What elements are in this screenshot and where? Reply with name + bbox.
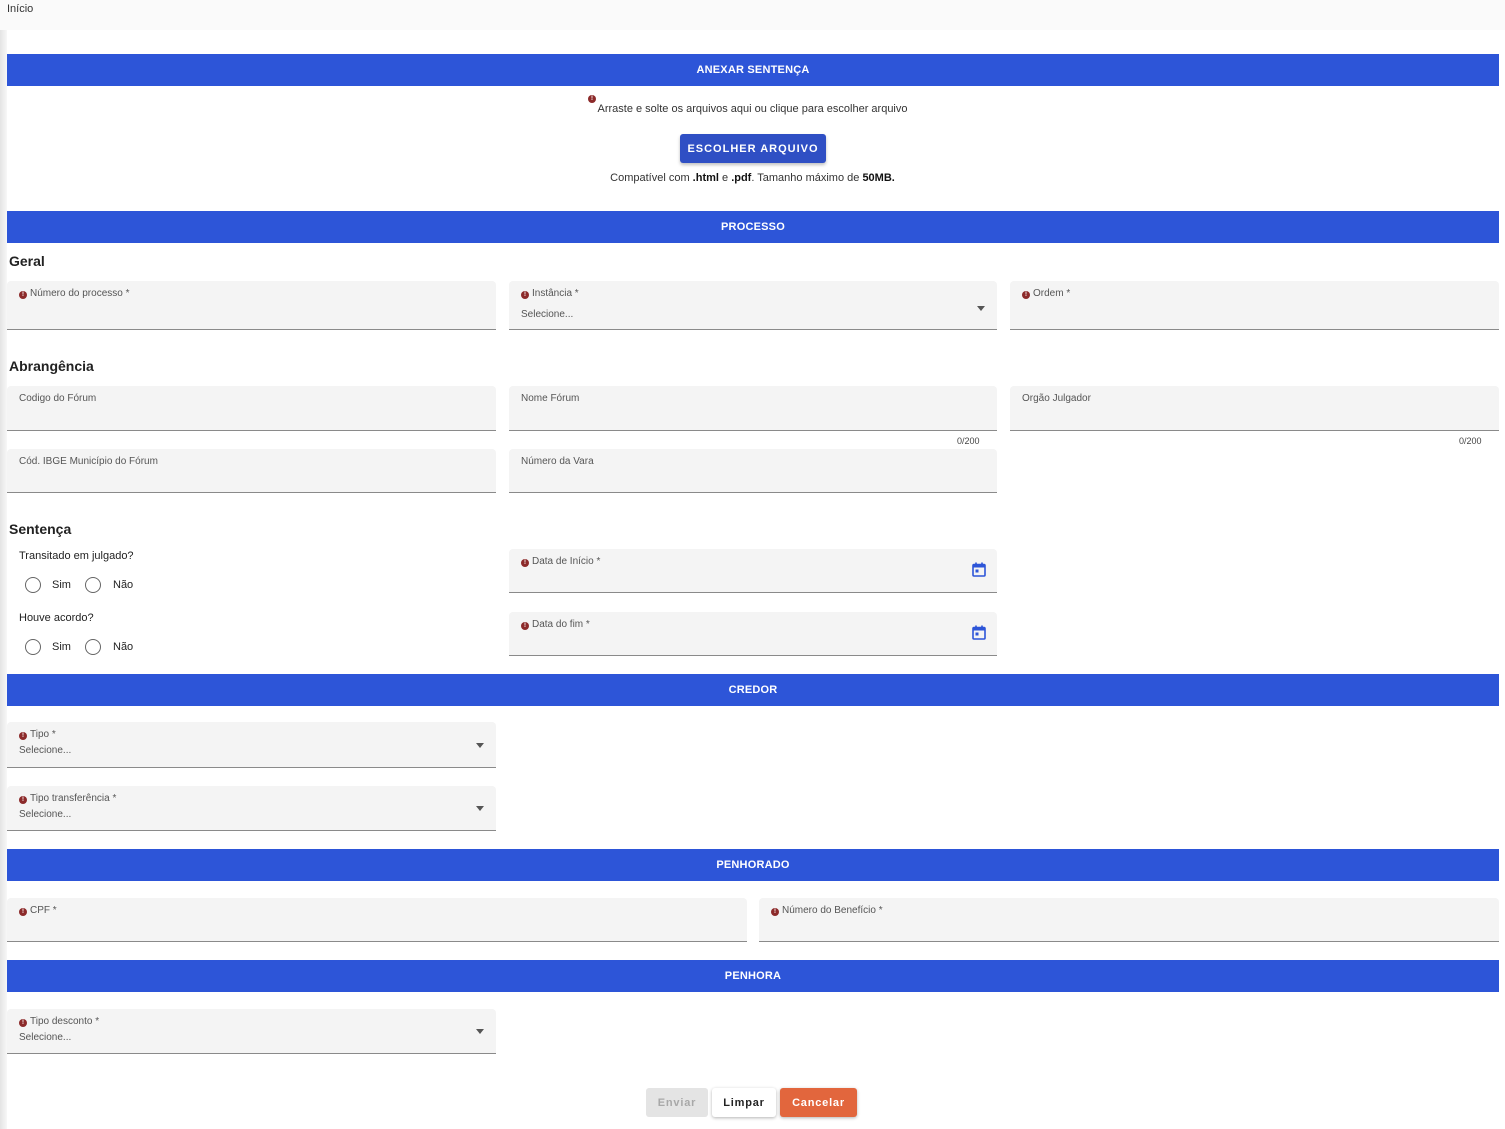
forum-code-field[interactable]: Codigo do Fórum [7, 386, 496, 431]
discount-type-label: Tipo desconto * [30, 1016, 100, 1027]
cpf-label: CPF * [30, 905, 57, 916]
judging-body-field[interactable]: Orgão Julgador [1010, 386, 1499, 431]
forum-name-label: Nome Fórum [521, 393, 580, 404]
compat-size: . Tamanho máximo de [751, 172, 863, 184]
required-icon: ! [19, 1019, 27, 1027]
compat-prefix: Compatível com [610, 172, 693, 184]
end-date-field[interactable]: ! Data do fim * [509, 612, 997, 656]
forum-name-field[interactable]: Nome Fórum [509, 386, 997, 431]
subheading-general: Geral [9, 253, 45, 269]
order-field[interactable]: ! Ordem * [1010, 281, 1499, 330]
judging-body-label: Orgão Julgador [1022, 393, 1091, 404]
court-number-label: Número da Vara [521, 456, 594, 467]
process-number-label: Número do processo * [30, 288, 130, 299]
cpf-field[interactable]: ! CPF * [7, 898, 747, 942]
compat-and: e [718, 172, 732, 184]
choose-file-button[interactable]: ESCOLHER ARQUIVO [680, 134, 826, 163]
dropzone-text[interactable]: Arraste e solte os arquivos aqui ou cliq… [0, 103, 1505, 115]
instance-value: Selecione... [521, 309, 574, 320]
breadcrumb[interactable]: Início [7, 3, 33, 15]
transfer-type-value: Selecione... [19, 809, 72, 820]
top-bar: Início [0, 0, 1505, 30]
discount-type-value: Selecione... [19, 1032, 72, 1043]
required-icon: ! [19, 908, 27, 916]
section-header-creditor: CREDOR [7, 674, 1499, 706]
compat-pdf: .pdf [731, 172, 752, 184]
res-judicata-yes-label[interactable]: Sim [52, 579, 71, 591]
benefit-number-field[interactable]: ! Número do Benefício * [759, 898, 1499, 942]
order-label: Ordem * [1033, 288, 1071, 299]
agreement-no-radio[interactable] [85, 639, 101, 655]
left-edge-shadow [0, 0, 7, 1129]
instance-label: Instância * [532, 288, 579, 299]
required-icon: ! [19, 796, 27, 804]
file-compat-note: Compatível com .html e .pdf. Tamanho máx… [0, 172, 1505, 184]
agreement-yes-radio[interactable] [25, 639, 41, 655]
calendar-icon[interactable] [972, 625, 986, 640]
transfer-type-label: Tipo transferência * [30, 793, 117, 804]
benefit-number-label: Número do Benefício * [782, 905, 883, 916]
instance-select[interactable]: ! Instância * Selecione... [509, 281, 997, 330]
compat-html: .html [692, 172, 719, 184]
type-label: Tipo * [30, 729, 56, 740]
section-header-attach: ANEXAR SENTENÇA [7, 54, 1499, 86]
agreement-no-label[interactable]: Não [113, 641, 133, 653]
start-date-field[interactable]: ! Data de Início * [509, 549, 997, 593]
judging-body-counter: 0/200 [1459, 436, 1482, 446]
chevron-down-icon[interactable] [977, 306, 985, 311]
transfer-type-select[interactable]: ! Tipo transferência * Selecione... [7, 786, 496, 831]
res-judicata-no-label[interactable]: Não [113, 579, 133, 591]
res-judicata-no-radio[interactable] [85, 577, 101, 593]
discount-type-select[interactable]: ! Tipo desconto * Selecione... [7, 1009, 496, 1054]
forum-code-label: Codigo do Fórum [19, 393, 97, 404]
ibge-code-label: Cód. IBGE Município do Fórum [19, 456, 158, 467]
compat-max: 50MB. [862, 172, 895, 184]
section-header-pledged: PENHORADO [7, 849, 1499, 881]
res-judicata-yes-radio[interactable] [25, 577, 41, 593]
res-judicata-question: Transitado em julgado? [19, 550, 134, 562]
required-icon: ! [19, 291, 27, 299]
end-date-label: Data do fim * [532, 619, 590, 630]
agreement-question: Houve acordo? [19, 612, 94, 624]
calendar-icon[interactable] [972, 562, 986, 577]
type-value: Selecione... [19, 745, 72, 756]
subheading-sentence: Sentença [9, 521, 72, 537]
info-icon: ! [588, 95, 596, 103]
required-icon: ! [771, 908, 779, 916]
section-header-pledge: PENHORA [7, 960, 1499, 992]
chevron-down-icon[interactable] [476, 1029, 484, 1034]
required-icon: ! [1022, 291, 1030, 299]
send-button[interactable]: Enviar [646, 1088, 708, 1117]
required-icon: ! [521, 559, 529, 567]
forum-name-counter: 0/200 [957, 436, 980, 446]
section-header-process: PROCESSO [7, 211, 1499, 243]
cancel-button[interactable]: Cancelar [780, 1088, 857, 1117]
start-date-label: Data de Início * [532, 556, 601, 567]
court-number-field[interactable]: Número da Vara [509, 449, 997, 493]
subheading-scope: Abrangência [9, 358, 94, 374]
clear-button[interactable]: Limpar [712, 1088, 776, 1117]
chevron-down-icon[interactable] [476, 743, 484, 748]
process-number-field[interactable]: ! Número do processo * [7, 281, 496, 330]
ibge-code-field[interactable]: Cód. IBGE Município do Fórum [7, 449, 496, 493]
type-select[interactable]: ! Tipo * Selecione... [7, 722, 496, 768]
agreement-yes-label[interactable]: Sim [52, 641, 71, 653]
chevron-down-icon[interactable] [476, 806, 484, 811]
required-icon: ! [521, 291, 529, 299]
required-icon: ! [521, 622, 529, 630]
required-icon: ! [19, 732, 27, 740]
